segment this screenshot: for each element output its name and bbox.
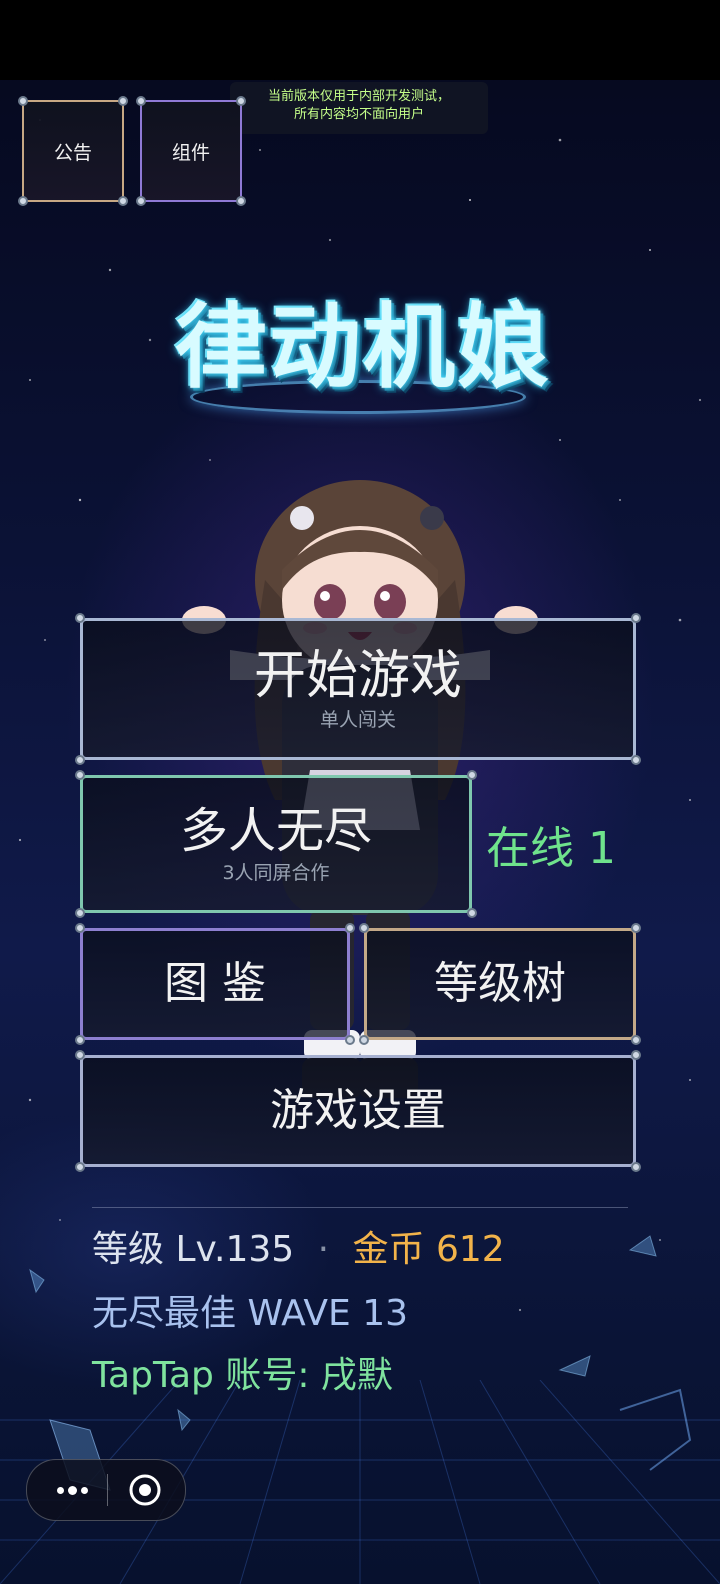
corner-rivet	[75, 613, 85, 623]
components-button[interactable]: 组件	[136, 96, 246, 206]
corner-rivet	[75, 1050, 85, 1060]
dev-notice-banner: 当前版本仅用于内部开发测试， 所有内容均不面向用户	[230, 82, 488, 134]
announcement-button-label: 公告	[53, 141, 92, 164]
corner-rivet	[467, 770, 477, 780]
status-bar	[0, 0, 720, 80]
corner-rivet	[631, 755, 641, 765]
corner-rivet	[631, 1035, 641, 1045]
start-game-title: 开始游戏	[253, 646, 462, 706]
codex-button[interactable]: 图 鉴	[75, 923, 355, 1045]
multiplayer-endless-title: 多人无尽	[179, 803, 372, 859]
start-game-button[interactable]: 开始游戏 单人闯关	[75, 613, 641, 765]
corner-rivet	[236, 196, 246, 206]
corner-rivet	[136, 96, 146, 106]
corner-rivet	[345, 923, 355, 933]
corner-rivet	[75, 755, 85, 765]
game-main-menu: 当前版本仅用于内部开发测试， 所有内容均不面向用户 公告 组件 律动机娘 开始游…	[0, 0, 720, 1584]
corner-rivet	[75, 1162, 85, 1172]
corner-rivet	[631, 613, 641, 623]
start-game-subtitle: 单人闯关	[319, 709, 396, 731]
corner-rivet	[236, 96, 246, 106]
mini-program-capsule	[26, 1459, 186, 1521]
corner-rivet	[136, 196, 146, 206]
game-settings-button-label: 游戏设置	[270, 1085, 446, 1136]
player-level-row: 等级 Lv.135 · 金币 612	[92, 1220, 505, 1272]
level-tree-button-label: 等级树	[434, 958, 566, 1009]
corner-rivet	[359, 923, 369, 933]
coin-balance: 金币 612	[352, 1229, 505, 1270]
multiplayer-endless-button[interactable]: 多人无尽 3人同屏合作	[75, 770, 477, 918]
corner-rivet	[345, 1035, 355, 1045]
corner-rivet	[467, 908, 477, 918]
multiplayer-endless-subtitle: 3人同屏合作	[222, 862, 330, 884]
corner-rivet	[75, 770, 85, 780]
game-settings-button[interactable]: 游戏设置	[75, 1050, 641, 1172]
corner-rivet	[631, 923, 641, 933]
stats-separator: ·	[317, 1229, 330, 1270]
corner-rivet	[359, 1035, 369, 1045]
dev-notice-line-1: 当前版本仅用于内部开发测试，	[267, 89, 450, 104]
corner-rivet	[18, 96, 28, 106]
capsule-separator	[107, 1474, 108, 1506]
target-circle-icon[interactable]	[127, 1472, 163, 1508]
corner-rivet	[118, 96, 128, 106]
player-level: 等级 Lv.135	[92, 1229, 295, 1270]
dev-notice-line-2: 所有内容均不面向用户	[293, 107, 424, 122]
game-logo: 律动机娘	[174, 294, 551, 401]
corner-rivet	[631, 1050, 641, 1060]
corner-rivet	[75, 1035, 85, 1045]
level-tree-button[interactable]: 等级树	[359, 923, 641, 1045]
stats-divider	[92, 1207, 628, 1208]
corner-rivet	[75, 923, 85, 933]
endless-best-wave: 无尽最佳 WAVE 13	[92, 1293, 409, 1334]
online-count: 在线 1	[486, 823, 616, 874]
corner-rivet	[118, 196, 128, 206]
corner-rivet	[75, 908, 85, 918]
announcement-button[interactable]: 公告	[18, 96, 128, 206]
codex-button-label: 图 鉴	[164, 958, 266, 1009]
corner-rivet	[18, 196, 28, 206]
more-dots-icon[interactable]	[43, 1468, 101, 1512]
components-button-label: 组件	[171, 141, 210, 164]
corner-rivet	[631, 1162, 641, 1172]
